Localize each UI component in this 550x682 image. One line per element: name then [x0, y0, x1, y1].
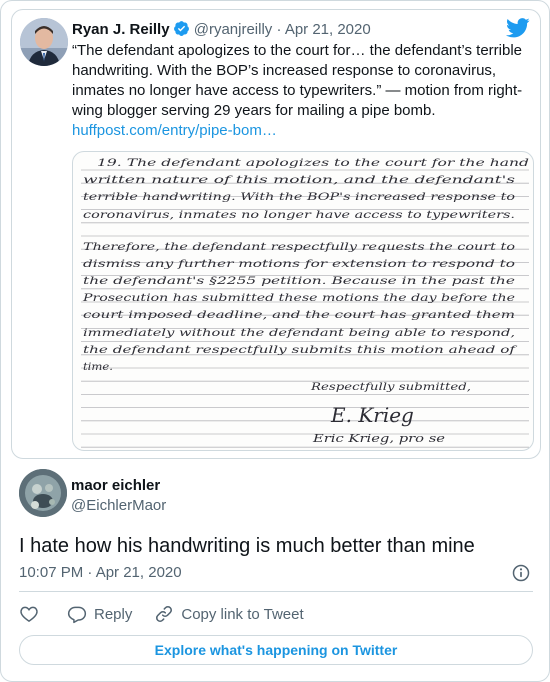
- article-link[interactable]: huffpost.com/entry/pipe-bom…: [72, 122, 277, 139]
- handwritten-line: the defendant respectfully submits this …: [83, 344, 518, 356]
- quoted-author-handle[interactable]: @ryanjreilly: [194, 21, 273, 38]
- quoted-tweet-text: “The defendant apologizes to the court f…: [72, 42, 523, 119]
- author-name[interactable]: maor eichler: [71, 476, 160, 496]
- quoted-tweet-header: Ryan J. Reilly @ryanjreilly · Apr 21, 20…: [72, 20, 371, 40]
- handwritten-motion-image[interactable]: 19. The defendant apologizes to the cour…: [72, 151, 534, 451]
- handwritten-line: the defendant's §2255 petition. Because …: [83, 275, 515, 287]
- header-separator: ·: [276, 21, 282, 38]
- tweet-timestamp[interactable]: 10:07 PM · Apr 21, 2020: [19, 563, 182, 583]
- handwritten-line: coronavirus, inmates no longer have acce…: [83, 209, 515, 221]
- handwritten-line: terrible handwriting. With the BOP's inc…: [83, 191, 515, 203]
- divider: [19, 591, 533, 592]
- copy-link-label: Copy link to Tweet: [181, 605, 304, 623]
- explore-twitter-button[interactable]: Explore what's happening on Twitter: [19, 635, 533, 665]
- quoted-tweet[interactable]: Ryan J. Reilly @ryanjreilly · Apr 21, 20…: [11, 9, 541, 459]
- signature: E. Krieg: [330, 403, 414, 427]
- quoted-author-name[interactable]: Ryan J. Reilly: [72, 21, 170, 38]
- handwritten-line: Prosecution has submitted these motions …: [82, 292, 515, 304]
- ryan-reilly-avatar[interactable]: [20, 18, 68, 66]
- info-icon[interactable]: [511, 563, 531, 583]
- verified-badge-icon: [173, 21, 189, 36]
- speech-bubble-icon: [67, 606, 87, 624]
- handwritten-page: 19. The defendant apologizes to the cour…: [81, 157, 529, 448]
- quoted-tweet-date[interactable]: Apr 21, 2020: [285, 21, 371, 38]
- copy-link-button[interactable]: Copy link to Tweet: [154, 604, 304, 624]
- handwritten-line: 19. The defendant apologizes to the cour…: [97, 157, 529, 169]
- tweet-embed-card: Ryan J. Reilly @ryanjreilly · Apr 21, 20…: [0, 0, 550, 682]
- handwritten-line: Therefore, the defendant respectfully re…: [83, 241, 515, 253]
- handwritten-line: immediately without the defendant being …: [83, 327, 515, 339]
- reply-label: Reply: [94, 605, 133, 623]
- link-icon: [156, 606, 173, 622]
- closing-text: Respectfully submitted,: [310, 381, 471, 393]
- handwritten-line: court imposed deadline, and the court ha…: [83, 309, 515, 321]
- author-handle[interactable]: @EichlerMaor: [71, 496, 166, 516]
- quoted-tweet-text-block: “The defendant apologizes to the court f…: [72, 41, 534, 141]
- handwritten-line: written nature of this motion, and the d…: [83, 174, 516, 186]
- handwritten-line: time.: [83, 361, 113, 373]
- tweet-text: I hate how his handwriting is much bette…: [19, 535, 475, 557]
- handwritten-line: dismiss any further motions for extensio…: [83, 258, 515, 270]
- reply-button[interactable]: Reply: [67, 604, 132, 624]
- heart-icon: [20, 606, 38, 622]
- action-bar: Reply Copy link to Tweet: [19, 601, 304, 627]
- maor-eichler-avatar[interactable]: [19, 469, 67, 517]
- twitter-bird-icon[interactable]: [506, 18, 530, 38]
- like-button[interactable]: [19, 604, 39, 624]
- signer-name: Eric Krieg, pro se: [312, 432, 446, 445]
